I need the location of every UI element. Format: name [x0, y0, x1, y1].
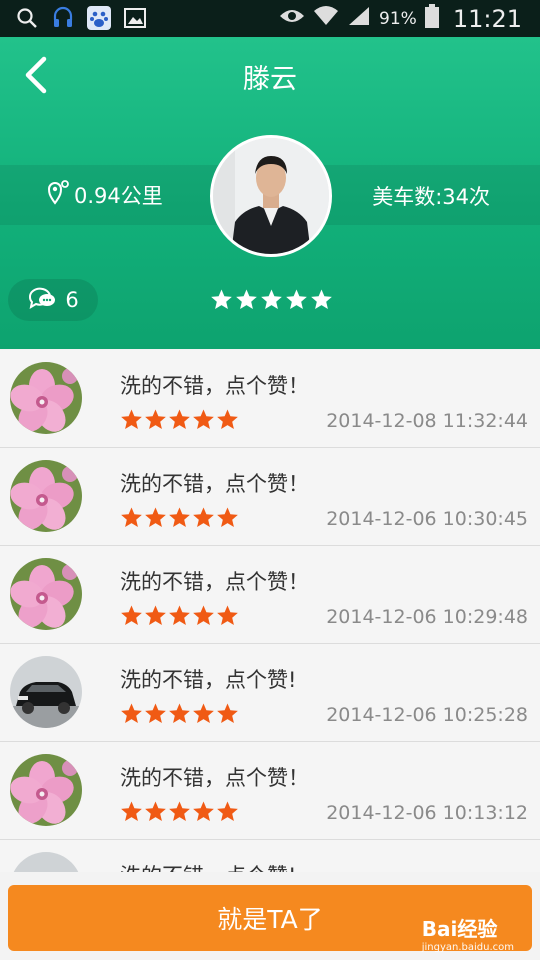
- star-icon: [168, 506, 191, 533]
- review-date: 2014-12-06 10:13:12: [326, 802, 528, 824]
- review-rating: [120, 506, 239, 533]
- rating-star-icon: [285, 288, 308, 315]
- review-text: 洗的不错，点个赞!: [120, 860, 296, 872]
- reviewer-avatar: [10, 460, 82, 532]
- reviewer-avatar: [10, 754, 82, 826]
- rating-star-icon: [235, 288, 258, 315]
- rating-star-icon: [260, 288, 283, 315]
- review-text: 洗的不错，点个赞!: [120, 668, 297, 692]
- reviewer-avatar: [10, 558, 82, 630]
- star-icon: [168, 604, 191, 631]
- star-icon: [120, 604, 143, 631]
- distance-text: 0.94公里: [74, 183, 163, 208]
- review-rating: [120, 702, 239, 729]
- clock: 11:21: [452, 4, 522, 33]
- review-text: 洗的不错，点个赞！: [120, 766, 309, 790]
- signal-icon: [347, 5, 371, 32]
- star-icon: [120, 506, 143, 533]
- eye-icon: [279, 7, 305, 30]
- watermark-brand: Bai经验: [421, 917, 498, 941]
- review-rating: [120, 408, 239, 435]
- review-date: 2014-12-08 11:32:44: [326, 410, 528, 432]
- star-icon: [216, 800, 239, 827]
- page-title: 滕云: [243, 64, 297, 95]
- star-icon: [168, 408, 191, 435]
- reviewer-avatar: [10, 362, 82, 434]
- review-text: 洗的不错，点个赞！: [120, 374, 309, 398]
- star-icon: [216, 604, 239, 631]
- star-icon: [192, 702, 215, 729]
- watermark-url: jingyan.baidu.com: [421, 942, 514, 953]
- star-icon: [144, 702, 167, 729]
- battery-icon: [424, 4, 439, 33]
- wash-count: 美车数:34次: [372, 185, 490, 209]
- star-icon: [216, 506, 239, 533]
- reviewer-avatar: [10, 656, 82, 728]
- review-item[interactable]: 洗的不错，点个赞！ 2014-12-06 10:30:45: [0, 448, 540, 546]
- review-date: 2014-12-06 10:29:48: [326, 606, 528, 628]
- search-icon: [14, 5, 40, 31]
- comments-count[interactable]: 6: [8, 279, 98, 321]
- distance-info: 0.94公里: [46, 179, 163, 210]
- review-rating: [120, 604, 239, 631]
- location-pin-icon: [46, 179, 70, 210]
- review-date: 2014-12-06 10:30:45: [326, 508, 528, 530]
- baidu-app-icon: [86, 5, 112, 31]
- star-icon: [192, 800, 215, 827]
- review-text: 洗的不错，点个赞！: [120, 570, 309, 594]
- star-icon: [192, 408, 215, 435]
- star-icon: [144, 506, 167, 533]
- review-item[interactable]: 洗的不错，点个赞！ 2014-12-08 11:32:44: [0, 350, 540, 448]
- review-rating: [120, 800, 239, 827]
- rating-star-icon: [310, 288, 333, 315]
- comments-count-text: 6: [65, 288, 79, 312]
- star-icon: [120, 800, 143, 827]
- review-item[interactable]: 洗的不错，点个赞！ 2014-12-06 10:29:48: [0, 546, 540, 644]
- star-icon: [120, 408, 143, 435]
- headset-icon: [50, 5, 76, 31]
- rating-star-icon: [210, 288, 233, 315]
- review-date: 2014-12-06 10:25:28: [326, 704, 528, 726]
- wifi-icon: [313, 5, 339, 32]
- image-icon: [122, 5, 148, 31]
- choose-washer-button[interactable]: 就是TA了 Bai经验 jingyan.baidu.com: [8, 885, 532, 953]
- chat-bubble-icon: [27, 285, 57, 316]
- star-icon: [144, 604, 167, 631]
- reviewer-avatar: [10, 852, 82, 872]
- profile-header: 滕云 0.94公里 美车数:34次 6: [0, 37, 540, 349]
- review-item[interactable]: 洗的不错，点个赞!: [0, 840, 540, 872]
- star-icon: [168, 800, 191, 827]
- star-icon: [168, 702, 191, 729]
- review-item[interactable]: 洗的不错，点个赞！ 2014-12-06 10:13:12: [0, 742, 540, 840]
- star-icon: [192, 506, 215, 533]
- baidu-jingyan-watermark: Bai经验 jingyan.baidu.com: [422, 913, 514, 953]
- bottom-bar: 就是TA了 Bai经验 jingyan.baidu.com: [0, 872, 540, 960]
- star-icon: [216, 702, 239, 729]
- status-bar: 91% 11:21: [0, 0, 540, 37]
- star-icon: [144, 408, 167, 435]
- choose-washer-label: 就是TA了: [217, 905, 323, 934]
- review-item[interactable]: 洗的不错，点个赞! 2014-12-06 10:25:28: [0, 644, 540, 742]
- star-icon: [144, 800, 167, 827]
- review-text: 洗的不错，点个赞！: [120, 472, 309, 496]
- star-icon: [192, 604, 215, 631]
- review-list[interactable]: 洗的不错，点个赞！ 2014-12-08 11:32:44 洗的不错，点个赞！ 201…: [0, 350, 540, 872]
- battery-percent: 91%: [379, 8, 417, 29]
- washer-rating: [210, 288, 333, 315]
- star-icon: [120, 702, 143, 729]
- star-icon: [216, 408, 239, 435]
- washer-avatar: [210, 135, 332, 257]
